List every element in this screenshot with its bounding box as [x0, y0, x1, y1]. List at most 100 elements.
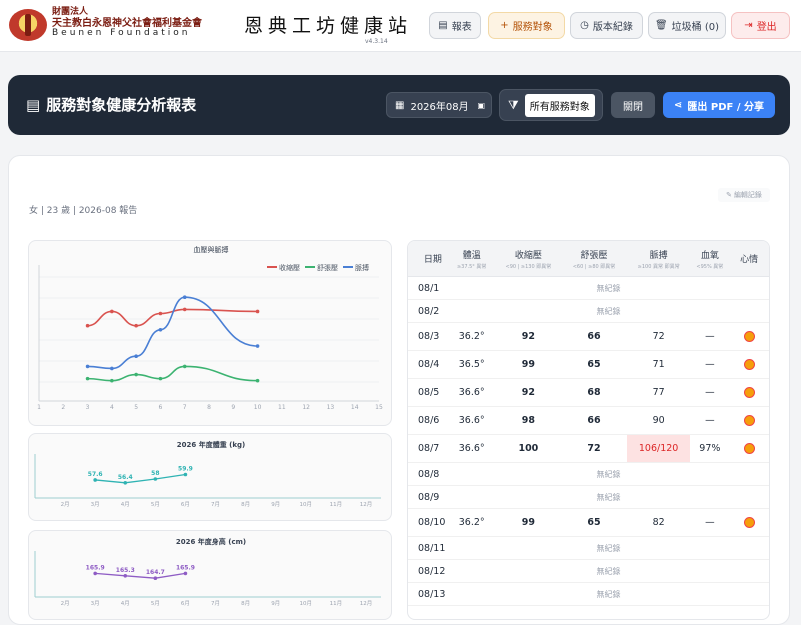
laughing-face-icon [743, 517, 755, 528]
x-tick-label: 3月 [91, 501, 100, 508]
table-row[interactable]: 08/7 36.6° 100 72 106/120 97% [408, 435, 769, 463]
health-records-table: 日期 體溫 ≥37.5° 異常 收縮壓 <90 | ≥130 即異常 舒張壓 <60 | ≥… [407, 240, 770, 620]
data-point [182, 307, 187, 312]
table-row[interactable]: 08/1 無紀錄 [408, 277, 769, 300]
date-cell: 08/5 [418, 387, 440, 398]
data-point [85, 376, 90, 381]
no-record-cell: 無紀錄 [596, 492, 621, 502]
data-label: 56.4 [118, 474, 133, 481]
top-bar: 財團法人 天主教白永恩神父社會福利基金會 Beunen Foundation 恩… [0, 0, 801, 52]
data-label: 165.9 [86, 564, 105, 571]
close-button[interactable]: 關閉 [611, 92, 655, 118]
org-line1: 財團法人 [52, 7, 89, 17]
data-label: 59.9 [178, 465, 193, 472]
data-point [183, 472, 188, 477]
x-tick-label: 7月 [211, 600, 220, 607]
mood-cell [729, 359, 769, 370]
height-chart-panel: 2026 年度身高 (cm) 2月 3月 4月 5月 6月 7月 8月 9月 10月 11月 12月 1… [28, 530, 392, 620]
data-point [153, 576, 158, 580]
data-point [93, 478, 97, 482]
data-point [123, 574, 128, 578]
laughing-face-icon [743, 387, 755, 398]
version-history-button[interactable]: ◷ 版本紀錄 [570, 12, 643, 39]
document-icon: ▤ [438, 20, 448, 31]
table-row[interactable]: 08/4 36.5° 99 65 71 — [408, 351, 769, 379]
calendar-icon: ▦ [395, 99, 405, 111]
x-tick-label: 12月 [360, 501, 373, 508]
systolic-cell: 92 [521, 331, 535, 342]
x-tick-label: 3 [86, 404, 90, 411]
column-header-label: 日期 [423, 255, 442, 265]
pulse-cell: 90 [652, 415, 665, 426]
clients-button[interactable]: + 服務對象 [488, 12, 565, 39]
page-title-text: 服務對象健康分析報表 [46, 96, 197, 114]
systolic-cell: 99 [521, 359, 535, 370]
bp-pulse-chart: 血壓與脈搏收縮壓 舒張壓 脈搏1 2 3 4 5 6 7 8 9 10 11 12 13 14 15 [37, 245, 383, 411]
mood-cell [729, 387, 769, 398]
column-header-note: ≥100 異常 即異常 [637, 263, 680, 270]
pulse-cell: 71 [652, 359, 665, 370]
trash-button[interactable]: 🗑 垃圾桶 (0) [648, 12, 726, 39]
x-tick-label: 12月 [360, 600, 373, 607]
table-row[interactable]: 08/9 無紀錄 [408, 486, 769, 509]
data-point [255, 309, 260, 314]
mood-cell [729, 517, 769, 528]
date-cell: 08/12 [418, 565, 446, 577]
export-pdf-button[interactable]: ⋖ 匯出 PDF / 分享 [663, 92, 775, 118]
x-tick-label: 4 [110, 404, 114, 411]
x-tick-label: 8 [207, 404, 211, 411]
laughing-face-icon [743, 415, 755, 426]
x-tick-label: 11 [278, 404, 286, 411]
version-button-label: 版本紀錄 [592, 22, 633, 33]
x-tick-label: 13 [327, 404, 335, 411]
client-filter-select[interactable]: 所有服務對象 [524, 93, 595, 117]
x-tick-label: 9月 [271, 600, 280, 607]
date-cell: 08/3 [418, 331, 440, 342]
table-row[interactable]: 08/6 36.6° 98 66 90 — [408, 407, 769, 435]
diastolic-cell: 65 [587, 359, 601, 370]
table-row[interactable]: 08/3 36.2° 92 66 72 — [408, 323, 769, 351]
data-point [134, 354, 138, 359]
column-header-note: ≥37.5° 異常 [456, 263, 487, 270]
logout-button[interactable]: ⇥ 登出 [731, 12, 790, 39]
temperature-cell: 36.6° [458, 443, 485, 454]
table-row[interactable]: 08/5 36.6° 92 68 77 — [408, 379, 769, 407]
table-row[interactable]: 08/13 無紀錄 [408, 583, 769, 606]
diastolic-cell: 66 [587, 331, 601, 342]
legend-label: 收縮壓 [279, 263, 300, 272]
x-tick-label: 9 [231, 404, 235, 411]
table-row[interactable]: 08/8 無紀錄 [408, 463, 769, 486]
x-tick-label: 3月 [91, 600, 100, 607]
x-tick-label: 5月 [151, 600, 160, 607]
data-label: 165.3 [116, 567, 135, 574]
diastolic-cell: 66 [587, 415, 601, 426]
mood-cell [729, 331, 769, 342]
table-row[interactable]: 08/12 無紀錄 [408, 560, 769, 583]
data-point [93, 571, 97, 576]
table-row[interactable]: 08/11 無紀錄 [408, 537, 769, 560]
export-button-label: 匯出 PDF / 分享 [687, 101, 764, 113]
date-cell: 08/2 [418, 305, 440, 317]
month-picker[interactable]: ▦ 2026年08月 ▣ [386, 92, 492, 118]
data-label: 58 [151, 470, 159, 477]
app-title: 恩典工坊健康站 [244, 15, 413, 37]
x-tick-label: 12 [302, 404, 310, 411]
legend-label: 脈搏 [355, 263, 369, 272]
data-point [158, 327, 163, 332]
table-row[interactable]: 08/10 36.2° 99 65 82 — [408, 509, 769, 537]
date-cell: 08/13 [418, 588, 446, 600]
logout-button-label: 登出 [756, 22, 777, 33]
clock-icon: ◷ [580, 20, 589, 31]
x-tick-label: 11月 [330, 501, 343, 508]
x-tick-label: 4月 [121, 501, 130, 508]
edit-records-button[interactable]: ✎ 編輯記錄 [718, 188, 770, 202]
client-filter[interactable]: ⧩ 所有服務對象 [499, 89, 603, 121]
data-point [134, 323, 138, 328]
no-record-cell: 無紀錄 [596, 543, 621, 553]
column-header: 脈搏 ≥100 異常 即異常 [627, 241, 691, 276]
date-cell: 08/8 [418, 468, 440, 480]
x-tick-label: 4月 [121, 600, 130, 607]
calendar-dropdown-icon: ▣ [477, 100, 485, 110]
table-row[interactable]: 08/2 無紀錄 [408, 300, 769, 323]
report-button[interactable]: ▤ 報表 [429, 12, 481, 39]
